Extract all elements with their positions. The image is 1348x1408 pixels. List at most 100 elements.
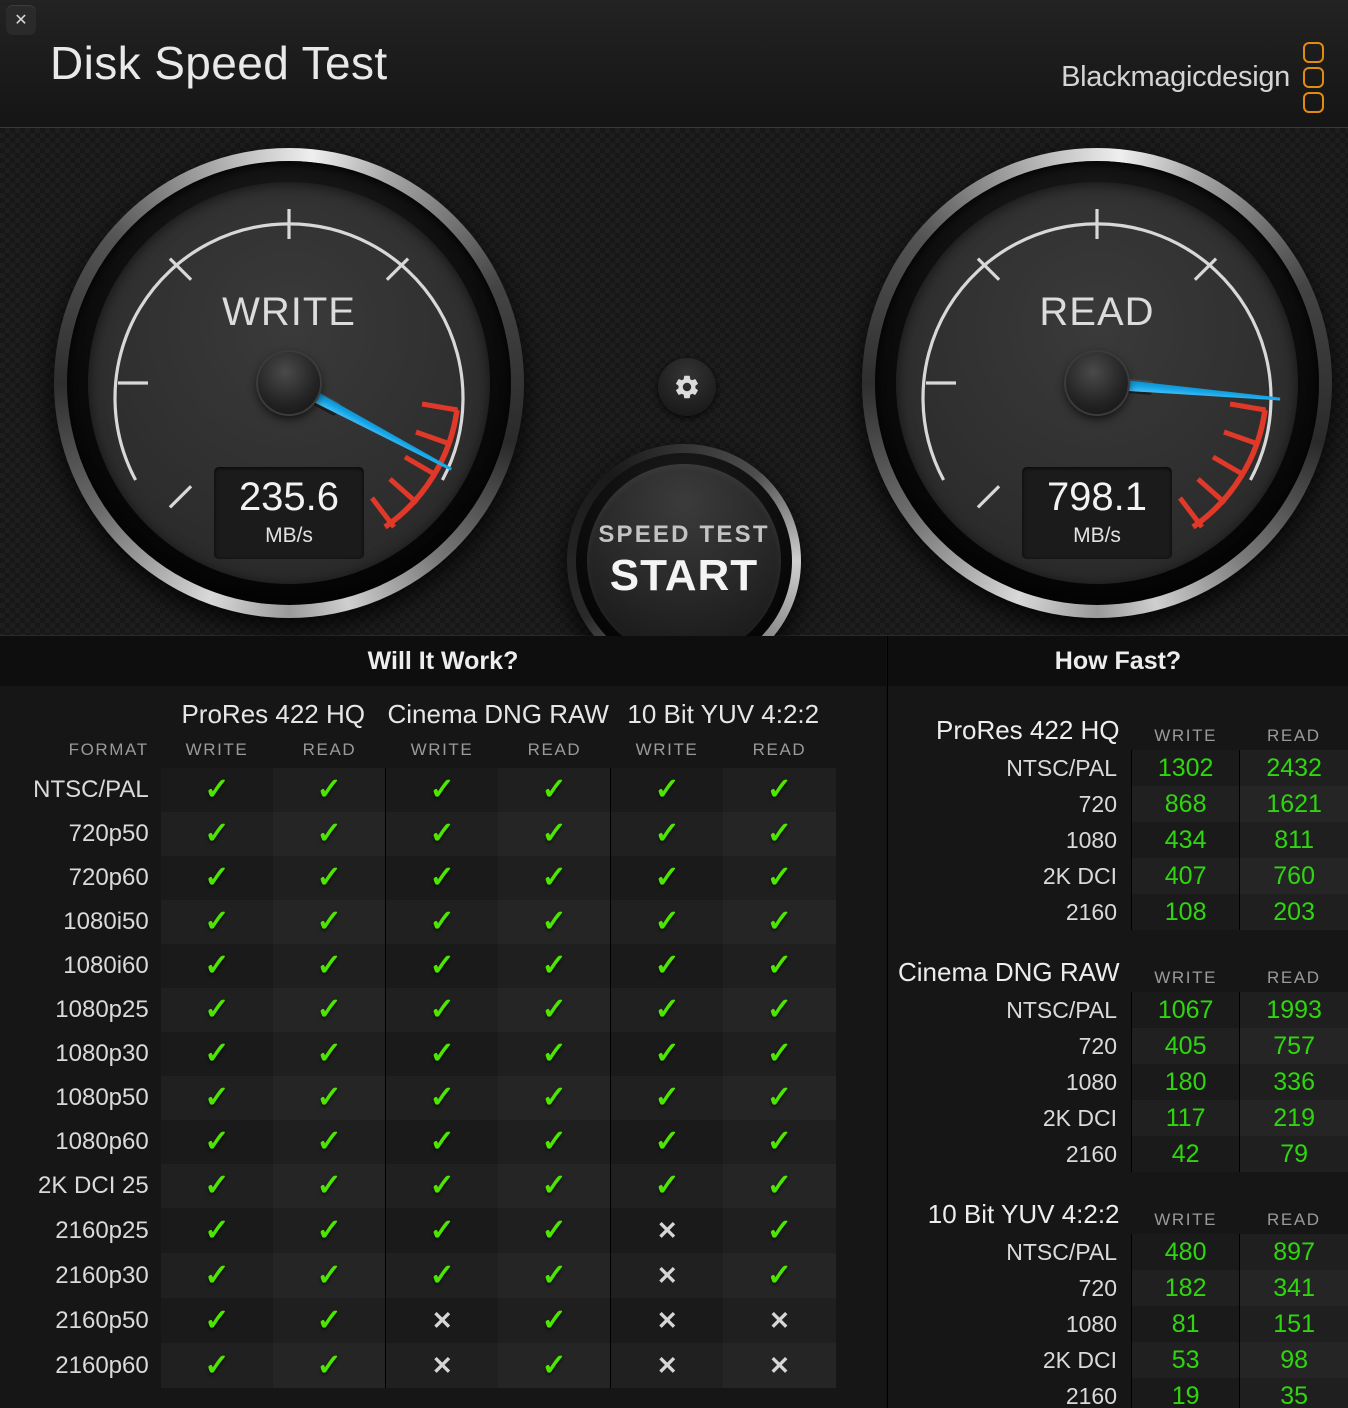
write-unit: MB/s — [265, 524, 313, 547]
write-speed-value: 53 — [1131, 1342, 1240, 1378]
read-speed-value: 203 — [1239, 894, 1348, 930]
status-check-icon: ✓ — [160, 768, 274, 812]
brand-logo: Blackmagicdesign — [1061, 42, 1324, 113]
status-check-icon: ✓ — [498, 900, 611, 944]
how-fast-body: ProRes 422 HQ WRITE READ NTSC/PAL 1302 2432 72… — [888, 688, 1348, 1408]
format-label: 2K DCI — [1042, 1104, 1118, 1131]
read-speed-value: 757 — [1239, 1028, 1348, 1064]
format-label: 2160p50 — [0, 1298, 161, 1343]
write-needle-hub — [258, 352, 320, 414]
disk-speed-test-window: ✕ Disk Speed Test Blackmagicdesign WRITE… — [0, 0, 1348, 1408]
codec-header-2: 10 Bit YUV 4:2:2 — [627, 699, 820, 729]
status-check-icon: ✓ — [610, 944, 724, 988]
format-label: 2160 — [1065, 898, 1118, 925]
status-check-icon: ✓ — [385, 1164, 499, 1208]
format-label: 1080 — [1065, 1310, 1118, 1337]
table-row: 1080p60 ✓ ✓ ✓ ✓ ✓ ✓ — [0, 1120, 886, 1164]
write-speed-value: 868 — [1131, 786, 1240, 822]
close-icon[interactable]: ✕ — [6, 5, 36, 35]
format-label: 720 — [1078, 790, 1118, 817]
table-row: 720 868 1621 — [888, 786, 1348, 822]
codec-header-row: ProRes 422 HQ Cinema DNG RAW 10 Bit YUV … — [0, 686, 886, 732]
sub-header-read: READ — [302, 740, 357, 759]
sub-header-read: READ — [752, 740, 807, 759]
table-row: 2160 42 79 — [888, 1136, 1348, 1172]
format-column-header: FORMAT — [68, 740, 149, 759]
status-check-icon: ✓ — [498, 1032, 611, 1076]
status-check-icon: ✓ — [498, 1164, 611, 1208]
status-check-icon: ✓ — [385, 1120, 499, 1164]
status-check-icon: ✓ — [385, 988, 499, 1032]
status-check-icon: ✓ — [610, 856, 724, 900]
format-label: 1080p60 — [0, 1120, 161, 1164]
status-check-icon: ✓ — [610, 1164, 724, 1208]
status-check-icon: ✓ — [723, 768, 836, 812]
status-check-icon: ✓ — [610, 812, 724, 856]
status-check-icon: ✓ — [723, 1032, 836, 1076]
page-title: Disk Speed Test — [50, 37, 388, 89]
status-check-icon: ✓ — [723, 1120, 836, 1164]
status-check-icon: ✓ — [610, 1076, 724, 1120]
start-button-label: START — [609, 551, 759, 600]
how-fast-table: ProRes 422 HQ WRITE READ NTSC/PAL 1302 2432 72… — [888, 688, 1348, 1408]
table-row: 1080p25 ✓ ✓ ✓ ✓ ✓ ✓ — [0, 988, 886, 1032]
status-cross-icon: ✕ — [723, 1343, 836, 1388]
write-value: 235.6 — [238, 475, 340, 519]
row-padding — [836, 1253, 886, 1298]
read-speed-value: 760 — [1239, 858, 1348, 894]
results-area: Will It Work? ProRes 422 HQ Cinema DNG R… — [0, 636, 1348, 1408]
codec-header-1: Cinema DNG RAW — [387, 699, 609, 729]
status-check-icon: ✓ — [273, 1343, 386, 1388]
format-label: NTSC/PAL — [0, 768, 161, 812]
status-check-icon: ✓ — [160, 1298, 274, 1343]
table-row: 2160p60 ✓ ✓ ✕ ✓ ✕ ✕ — [0, 1343, 886, 1388]
status-check-icon: ✓ — [610, 1120, 724, 1164]
status-check-icon: ✓ — [385, 1208, 499, 1253]
gear-icon[interactable] — [658, 358, 716, 416]
row-padding — [836, 1120, 886, 1164]
status-check-icon: ✓ — [160, 1032, 274, 1076]
format-label: 2K DCI 25 — [0, 1164, 161, 1208]
read-readout: 798.1 MB/s — [1022, 467, 1172, 559]
write-speed-value: 182 — [1131, 1270, 1240, 1306]
status-check-icon: ✓ — [610, 900, 724, 944]
sub-header-write: WRITE — [1154, 1210, 1218, 1229]
brand-text: Blackmagicdesign — [1061, 61, 1290, 93]
read-unit: MB/s — [1073, 524, 1121, 547]
will-it-work-title: Will It Work? — [0, 636, 886, 686]
write-speed-value: 117 — [1131, 1100, 1240, 1136]
write-readout: 235.6 MB/s — [214, 467, 364, 559]
gauge-panel: WRITE 235.6 MB/s SPEED TEST START READ 7… — [0, 128, 1348, 678]
codec-name: Cinema DNG RAW — [898, 957, 1120, 987]
status-check-icon: ✓ — [273, 1120, 386, 1164]
table-row: 2K DCI 53 98 — [888, 1342, 1348, 1378]
read-speed-value: 98 — [1239, 1342, 1348, 1378]
status-check-icon: ✓ — [723, 1253, 836, 1298]
format-label: NTSC/PAL — [1006, 1238, 1118, 1265]
format-label: NTSC/PAL — [1006, 996, 1118, 1023]
status-check-icon: ✓ — [610, 768, 724, 812]
format-label: 720 — [1078, 1032, 1118, 1059]
status-check-icon: ✓ — [385, 1032, 499, 1076]
format-label: 1080 — [1065, 1068, 1118, 1095]
row-padding — [836, 988, 886, 1032]
format-label: 1080i60 — [0, 944, 161, 988]
status-check-icon: ✓ — [160, 1164, 274, 1208]
status-check-icon: ✓ — [723, 944, 836, 988]
write-speed-value: 81 — [1131, 1306, 1240, 1342]
read-needle-hub — [1066, 352, 1128, 414]
write-speed-value: 1302 — [1131, 750, 1240, 786]
status-check-icon: ✓ — [498, 1120, 611, 1164]
status-check-icon: ✓ — [273, 1164, 386, 1208]
format-label: 2160p60 — [0, 1343, 161, 1388]
row-padding — [836, 1298, 886, 1343]
status-check-icon: ✓ — [160, 944, 274, 988]
format-label: 2160 — [1065, 1382, 1118, 1408]
status-check-icon: ✓ — [498, 768, 611, 812]
status-check-icon: ✓ — [385, 944, 499, 988]
format-label: 2160p25 — [0, 1208, 161, 1253]
status-check-icon: ✓ — [273, 1298, 386, 1343]
table-row: 1080 434 811 — [888, 822, 1348, 858]
status-check-icon: ✓ — [385, 768, 499, 812]
read-speed-value: 341 — [1239, 1270, 1348, 1306]
